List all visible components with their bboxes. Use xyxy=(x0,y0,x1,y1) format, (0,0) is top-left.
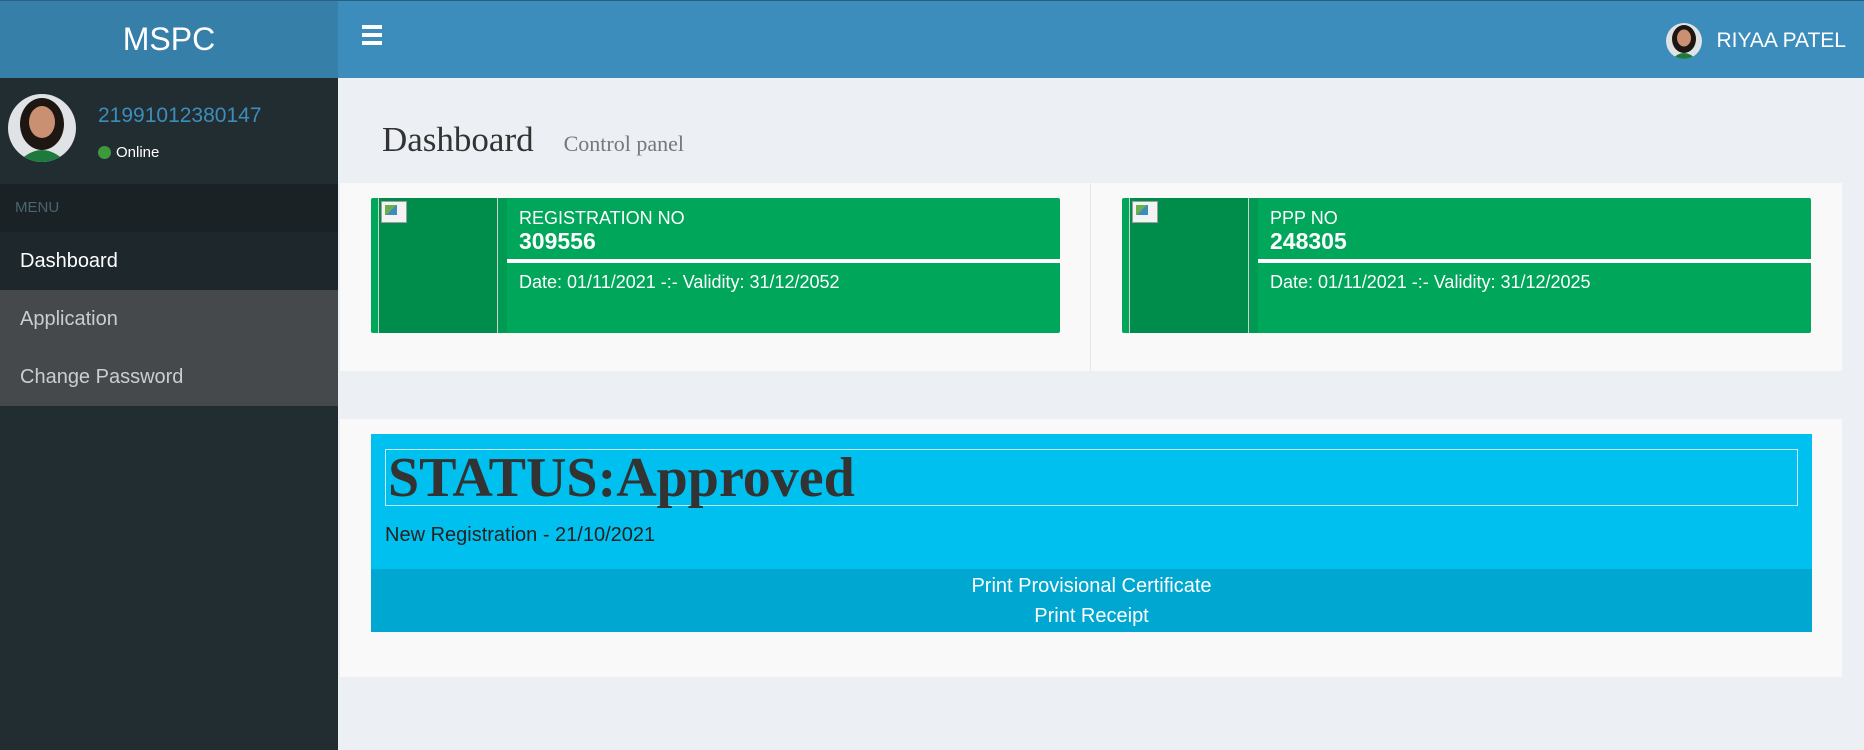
status-panel: STATUS:Approved New Registration - 21/10… xyxy=(340,419,1842,677)
sidebar-toggle-icon[interactable] xyxy=(360,25,388,53)
content-header: Dashboard Control panel xyxy=(382,120,684,160)
sidebar-item-application[interactable]: Application xyxy=(0,290,338,348)
online-label: Online xyxy=(116,144,160,161)
user-id[interactable]: 21991012380147 xyxy=(98,104,262,128)
registration-label: REGISTRATION NO xyxy=(519,208,685,228)
status-subtitle: New Registration - 21/10/2021 xyxy=(385,524,656,546)
ppp-label: PPP NO xyxy=(1270,208,1338,228)
info-box-strip xyxy=(1249,198,1258,333)
ppp-icon-area xyxy=(1129,198,1249,333)
logo-text: MSPC xyxy=(122,21,216,57)
broken-image-icon xyxy=(1132,201,1158,223)
page-title: Dashboard xyxy=(382,120,534,159)
ppp-validity: Date: 01/11/2021 -:- Validity: 31/12/202… xyxy=(1270,272,1591,292)
ppp-number: 248305 xyxy=(1270,228,1347,254)
status-footer: Print Provisional Certificate Print Rece… xyxy=(371,569,1812,632)
print-receipt-link[interactable]: Print Receipt xyxy=(371,601,1812,631)
registration-icon-area xyxy=(378,198,498,333)
progress-bar xyxy=(507,259,1060,263)
avatar xyxy=(1666,23,1703,59)
online-status: Online xyxy=(98,144,159,161)
user-name: RIYAA PATEL xyxy=(1716,29,1846,52)
divider xyxy=(1090,183,1091,371)
info-box-strip xyxy=(498,198,507,333)
online-dot-icon xyxy=(98,146,111,159)
info-row: REGISTRATION NO 309556 Date: 01/11/2021 … xyxy=(340,183,1842,371)
registration-info-box: REGISTRATION NO 309556 Date: 01/11/2021 … xyxy=(371,198,1060,333)
avatar xyxy=(8,94,76,162)
sidebar-item-dashboard[interactable]: Dashboard xyxy=(0,232,338,290)
status-title: STATUS:Approved xyxy=(388,447,855,509)
broken-image-icon xyxy=(381,201,407,223)
status-title-box: STATUS:Approved xyxy=(385,449,1798,506)
top-navbar: RIYAA PATEL xyxy=(338,0,1864,78)
sidebar-item-change-password[interactable]: Change Password xyxy=(0,348,338,406)
registration-number: 309556 xyxy=(519,228,596,254)
user-panel: 21991012380147 Online xyxy=(0,78,338,184)
app-logo[interactable]: MSPC xyxy=(0,0,338,78)
progress-bar xyxy=(1258,259,1811,263)
registration-validity: Date: 01/11/2021 -:- Validity: 31/12/205… xyxy=(519,272,840,292)
print-provisional-certificate-link[interactable]: Print Provisional Certificate xyxy=(371,571,1812,601)
page-subtitle: Control panel xyxy=(563,131,684,156)
user-menu[interactable]: RIYAA PATEL xyxy=(1666,23,1846,59)
ppp-info-box: PPP NO 248305 Date: 01/11/2021 -:- Valid… xyxy=(1122,198,1811,333)
menu-header: MENU xyxy=(0,184,338,232)
sidebar: 21991012380147 Online MENU Dashboard App… xyxy=(0,78,338,750)
status-box: STATUS:Approved New Registration - 21/10… xyxy=(371,434,1812,632)
